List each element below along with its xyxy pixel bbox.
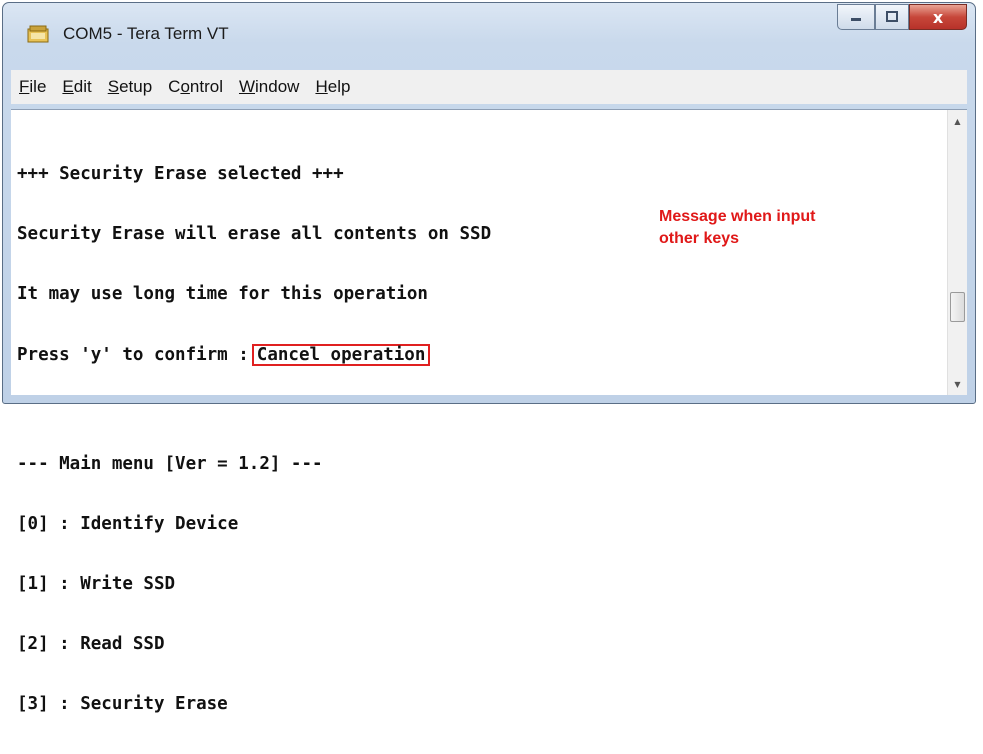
terminal-line: [0] : Identify Device [17,514,239,534]
maximize-button[interactable] [875,4,909,30]
close-button[interactable]: x [909,4,967,30]
terminal-window: COM5 - Tera Term VT x File Edit Setup Co… [2,2,976,714]
scrollbar-thumb[interactable] [950,292,965,322]
menu-window[interactable]: Window [231,77,307,97]
title-bar[interactable]: COM5 - Tera Term VT x [3,3,975,63]
window-title: COM5 - Tera Term VT [63,24,229,43]
confirm-prompt: Press 'y' to confirm : [17,345,249,365]
terminal-line: Security Erase will erase all contents o… [17,224,492,244]
scroll-up-icon[interactable]: ▲ [948,112,967,130]
terminal-line: --- Main menu [Ver = 1.2] --- [17,454,323,474]
cancel-operation-highlight: Cancel operation [251,344,431,366]
menu-control[interactable]: Control [160,77,231,97]
terminal-line: [3] : Security Erase [17,694,228,714]
maximize-icon [886,11,898,22]
close-icon: x [932,7,944,27]
vertical-scrollbar[interactable]: ▲ ▼ [947,110,967,395]
terminal-line: It may use long time for this operation [17,284,428,304]
terminal-line-confirm: Press 'y' to confirm : Cancel operation [17,344,491,366]
window-controls: x [837,4,967,30]
tera-term-app-icon [27,25,49,43]
minimize-button[interactable] [837,4,875,30]
annotation-line: Message when input [659,208,816,225]
menu-help[interactable]: Help [307,77,358,97]
annotation-line: other keys [659,230,740,247]
minimize-icon [851,18,861,21]
menu-file[interactable]: File [11,77,54,97]
menu-bar: File Edit Setup Control Window Help [11,70,967,104]
menu-setup[interactable]: Setup [100,77,160,97]
terminal-line: [2] : Read SSD [17,634,165,654]
terminal-line: +++ Security Erase selected +++ [17,164,344,184]
terminal-text: +++ Security Erase selected +++ Security… [17,124,491,754]
menu-edit[interactable]: Edit [54,77,99,97]
scroll-down-icon[interactable]: ▼ [948,375,967,393]
terminal-output[interactable]: +++ Security Erase selected +++ Security… [11,109,967,714]
terminal-line: [1] : Write SSD [17,574,176,594]
annotation-callout: Message when input other keys [659,206,815,250]
